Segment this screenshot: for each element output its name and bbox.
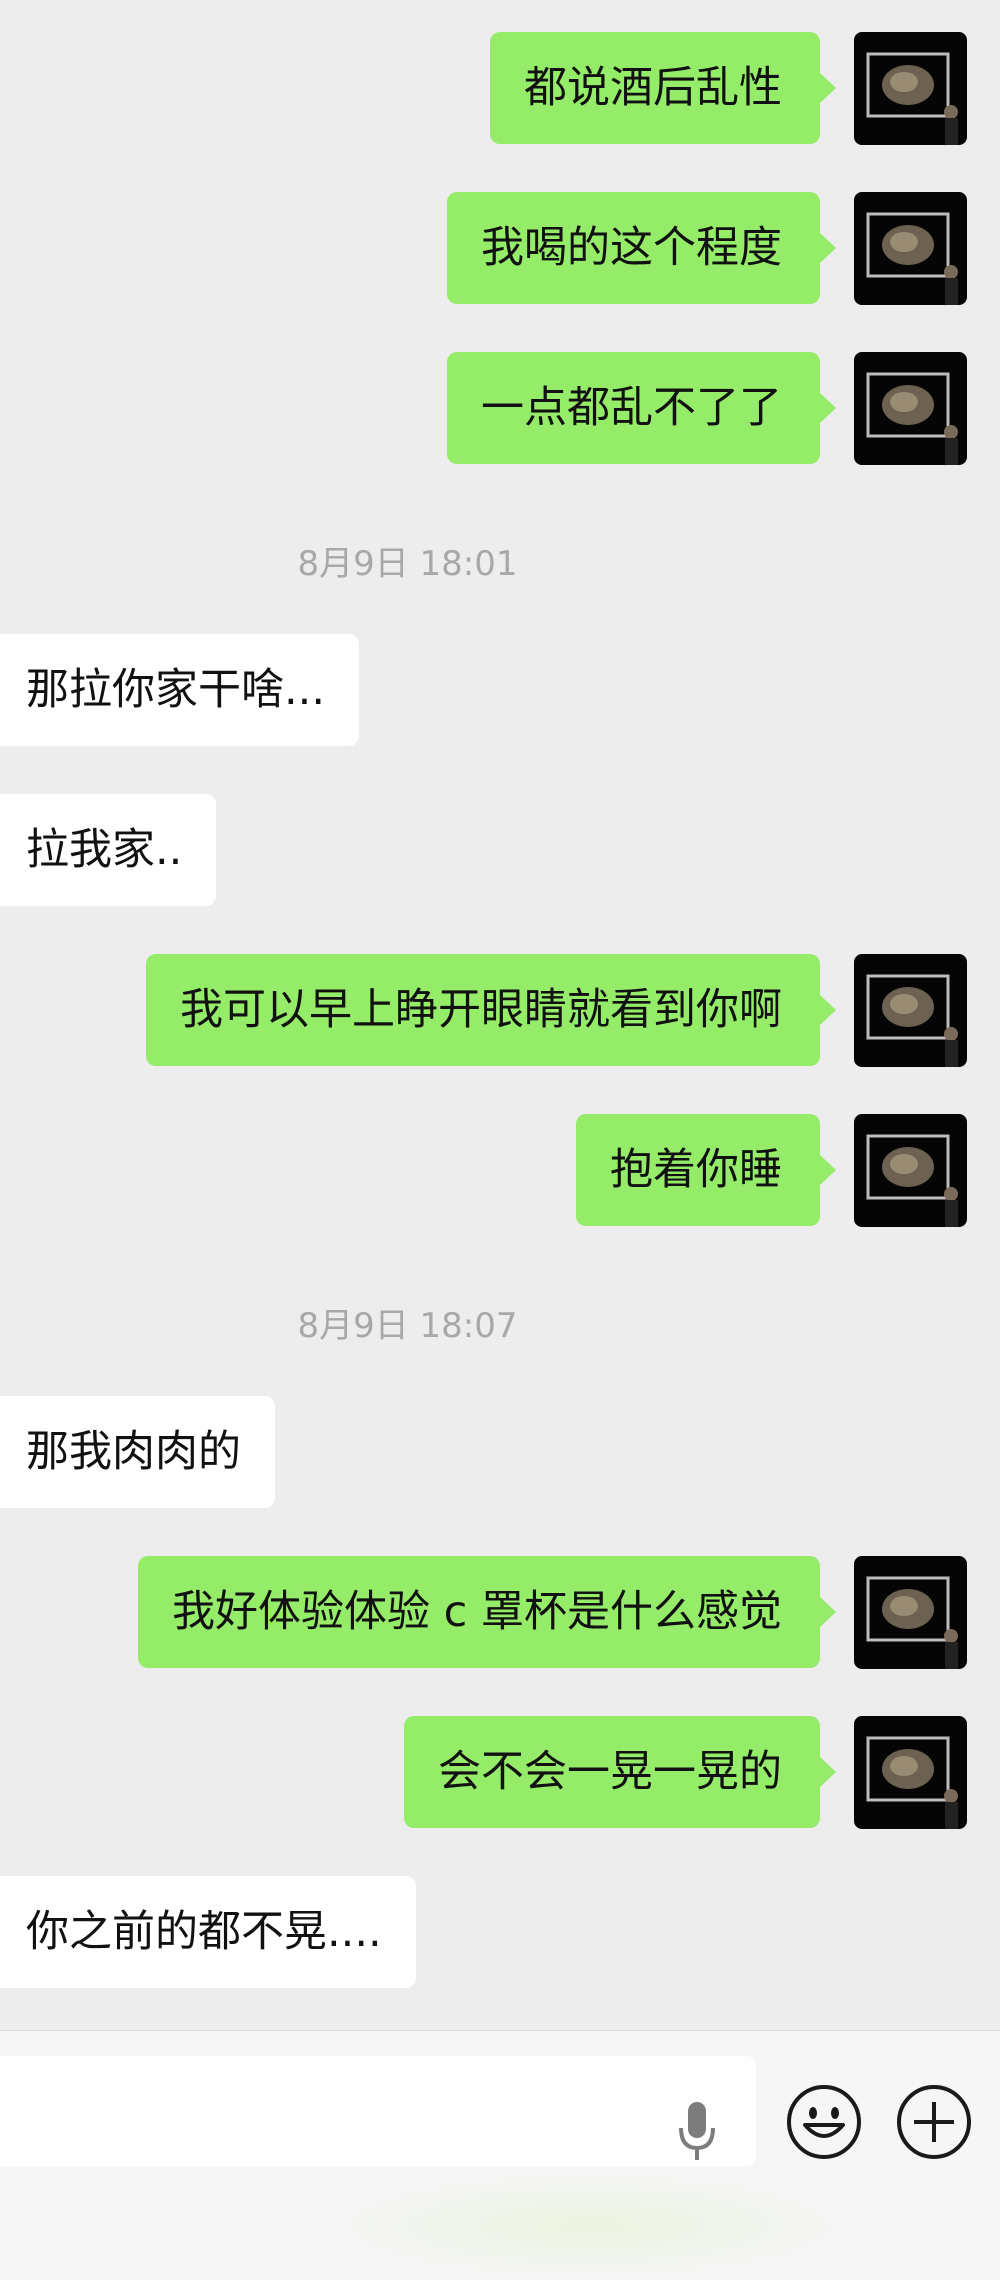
message-bubble-sent[interactable]: 都说酒后乱性	[490, 32, 836, 144]
emoji-smile-icon[interactable]	[785, 2083, 863, 2161]
avatar[interactable]	[854, 32, 967, 145]
plus-circle-icon[interactable]	[895, 2083, 973, 2161]
message-bubble-sent[interactable]: 抱着你睡	[576, 1114, 836, 1226]
message-bubble-sent[interactable]: 一点都乱不了了	[447, 352, 836, 464]
message-bubble-received[interactable]: 你之前的都不晃....	[0, 1876, 416, 1988]
message-bubble-sent[interactable]: 我喝的这个程度	[447, 192, 836, 304]
message-input[interactable]	[0, 2056, 664, 2166]
avatar[interactable]	[854, 1716, 967, 1829]
message-bubble-received[interactable]: 拉我家..	[0, 794, 217, 906]
chat-message-list[interactable]: 都说酒后乱性 我喝的这个程度 一点都乱不了了 8月9日 18:01 那拉你家干啥…	[0, 0, 1000, 2030]
message-bubble-sent[interactable]: 我可以早上睁开眼睛就看到你啊	[146, 954, 836, 1066]
microphone-icon[interactable]	[672, 2096, 722, 2168]
message-bubble-received[interactable]: 那拉你家干啥...	[0, 634, 360, 746]
message-bubble-sent[interactable]: 会不会一晃一晃的	[404, 1716, 836, 1828]
avatar[interactable]	[854, 352, 967, 465]
message-timestamp: 8月9日 18:01	[297, 544, 518, 584]
message-bubble-received[interactable]: 那我肉肉的	[0, 1396, 275, 1508]
chat-input-bar	[0, 2030, 1000, 2280]
avatar[interactable]	[854, 1114, 967, 1227]
input-bar-background	[330, 2171, 850, 2280]
message-input-box[interactable]	[0, 2056, 756, 2166]
avatar[interactable]	[854, 1556, 967, 1669]
message-bubble-sent[interactable]: 我好体验体验 c 罩杯是什么感觉	[138, 1556, 836, 1668]
avatar[interactable]	[854, 192, 967, 305]
message-timestamp: 8月9日 18:07	[297, 1306, 518, 1346]
avatar[interactable]	[854, 954, 967, 1067]
